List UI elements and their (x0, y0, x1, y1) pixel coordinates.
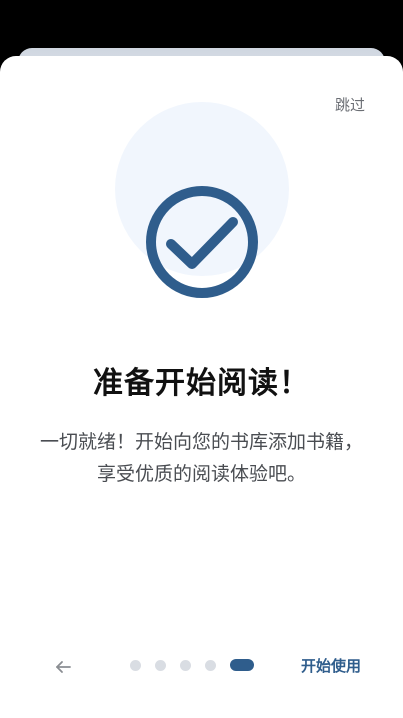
arrow-left-icon[interactable] (52, 656, 74, 678)
onboarding-card: 跳过 准备开始阅读！ 一切就绪！开始向您的书库添加书籍，享受优质的阅读体验吧。 … (0, 56, 403, 718)
page-indicator (130, 659, 254, 671)
check-circle-icon (146, 186, 258, 298)
page-dot-4[interactable] (205, 659, 216, 671)
onboarding-screen: 跳过 准备开始阅读！ 一切就绪！开始向您的书库添加书籍，享受优质的阅读体验吧。 … (0, 0, 403, 718)
start-button[interactable]: 开始使用 (301, 655, 361, 676)
page-title: 准备开始阅读！ (93, 366, 310, 401)
page-dot-3[interactable] (180, 659, 191, 671)
page-dot-2[interactable] (155, 659, 166, 671)
page-description: 一切就绪！开始向您的书库添加书籍，享受优质的阅读体验吧。 (39, 431, 363, 485)
onboarding-navigation: 开始使用 (0, 652, 403, 688)
page-dot-5-active[interactable] (230, 659, 254, 671)
page-dot-1[interactable] (130, 659, 141, 671)
skip-button[interactable]: 跳过 (335, 94, 365, 115)
